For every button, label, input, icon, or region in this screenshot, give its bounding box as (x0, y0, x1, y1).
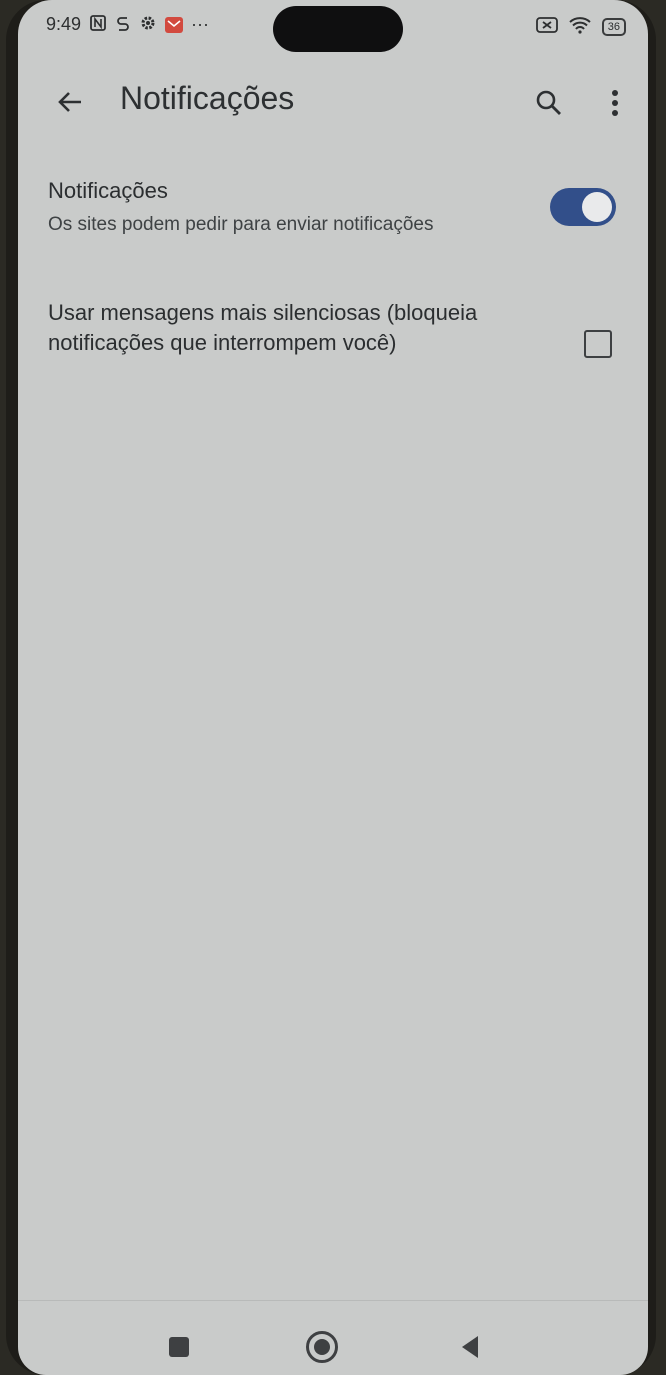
camera-notch (273, 6, 403, 52)
arrow-left-icon (58, 92, 81, 112)
more-dots-icon: ··· (191, 14, 210, 34)
battery-icon: 36 (601, 17, 626, 36)
status-time: 9:49 (46, 14, 82, 34)
recents-button[interactable] (155, 1323, 203, 1371)
wifi-icon (568, 16, 592, 37)
more-vert-icon (612, 90, 618, 116)
gear-icon (139, 14, 157, 35)
home-button[interactable] (298, 1323, 346, 1371)
status-left: 9:49 ··· (46, 14, 209, 35)
more-options-button[interactable] (600, 80, 630, 126)
system-back-button[interactable] (446, 1323, 494, 1371)
recents-square-icon (169, 1337, 189, 1357)
notifications-toggle[interactable] (550, 188, 616, 226)
setting-notifications-summary: Os sites podem pedir para enviar notific… (48, 214, 434, 235)
setting-quieter-messages-label: Usar mensagens mais silenciosas (bloquei… (48, 300, 478, 355)
home-circle-icon (306, 1331, 338, 1363)
setting-notifications[interactable]: Notificações Os sites podem pedir para e… (38, 172, 628, 256)
status-bar: 9:49 ··· 36 (18, 0, 648, 56)
mail-icon (165, 16, 184, 33)
quieter-messages-checkbox[interactable] (584, 330, 612, 358)
sync-icon (115, 14, 131, 35)
toggle-knob (582, 192, 612, 222)
app-bar: Notificações (18, 62, 648, 142)
system-nav-bar (18, 1300, 648, 1375)
no-sim-icon (535, 17, 558, 36)
page-title: Notificações (120, 80, 295, 116)
status-right: 36 (535, 16, 626, 37)
back-button[interactable] (48, 80, 92, 124)
screen: 9:49 ··· 36 Notificações Notificações Os… (18, 0, 648, 1375)
search-icon (536, 90, 561, 115)
setting-quieter-messages[interactable]: Usar mensagens mais silenciosas (bloquei… (38, 292, 628, 396)
nfc-icon (89, 14, 107, 35)
back-triangle-icon (462, 1336, 478, 1358)
search-button[interactable] (526, 80, 572, 126)
setting-notifications-label: Notificações (48, 178, 168, 203)
